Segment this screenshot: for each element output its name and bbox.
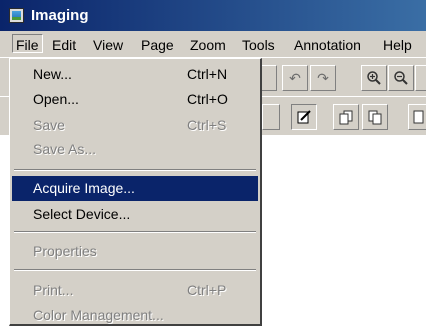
menu-zoom[interactable]: Zoom (190, 37, 226, 53)
toolbar-button[interactable] (415, 65, 426, 91)
annotation-pen-icon (297, 110, 311, 124)
imaging-app-icon[interactable] (9, 8, 24, 23)
file-menu-save[interactable]: Save Ctrl+S (12, 113, 258, 138)
menu-separator (14, 231, 256, 233)
window-title: Imaging (31, 7, 89, 24)
zoom-out-button[interactable] (388, 65, 414, 91)
file-menu-properties[interactable]: Properties (12, 239, 258, 264)
zoom-in-icon (367, 71, 381, 85)
zoom-in-button[interactable] (361, 65, 387, 91)
file-menu-dropdown: New... Ctrl+N Open... Ctrl+O Save Ctrl+S… (9, 58, 262, 326)
undo-icon: ↶ (289, 69, 301, 86)
file-menu-select-device[interactable]: Select Device... (12, 202, 258, 227)
file-menu-new[interactable]: New... Ctrl+N (12, 62, 258, 87)
toolbar-button[interactable] (262, 104, 280, 130)
page-next-button[interactable] (362, 104, 388, 130)
file-menu-color-management[interactable]: Color Management... (12, 303, 258, 328)
menu-annotation[interactable]: Annotation (294, 37, 361, 53)
file-menu-open[interactable]: Open... Ctrl+O (12, 87, 258, 112)
menu-file[interactable]: File (12, 34, 43, 53)
file-menu-print[interactable]: Print... Ctrl+P (12, 278, 258, 303)
zoom-out-icon (394, 71, 408, 85)
page-prev-button[interactable] (333, 104, 359, 130)
menu-edit[interactable]: Edit (52, 37, 76, 53)
annotation-pen-button[interactable] (291, 104, 317, 130)
menu-tools[interactable]: Tools (242, 37, 275, 53)
menu-separator (14, 269, 256, 271)
file-menu-save-as[interactable]: Save As... (12, 137, 258, 162)
menu-view[interactable]: View (93, 37, 123, 53)
page-button[interactable] (408, 104, 426, 130)
menu-page[interactable]: Page (141, 37, 174, 53)
redo-icon: ↷ (317, 69, 329, 86)
menu-separator (14, 169, 256, 171)
title-bar: Imaging (0, 0, 426, 31)
redo-button[interactable]: ↷ (310, 65, 336, 91)
page-next-icon (368, 110, 382, 125)
file-menu-acquire-image[interactable]: Acquire Image... (12, 176, 258, 201)
undo-button[interactable]: ↶ (282, 65, 308, 91)
page-icon (413, 110, 424, 124)
menu-help[interactable]: Help (383, 37, 412, 53)
menu-bar: File Edit View Page Zoom Tools Annotatio… (0, 31, 426, 57)
page-prev-icon (339, 110, 353, 125)
